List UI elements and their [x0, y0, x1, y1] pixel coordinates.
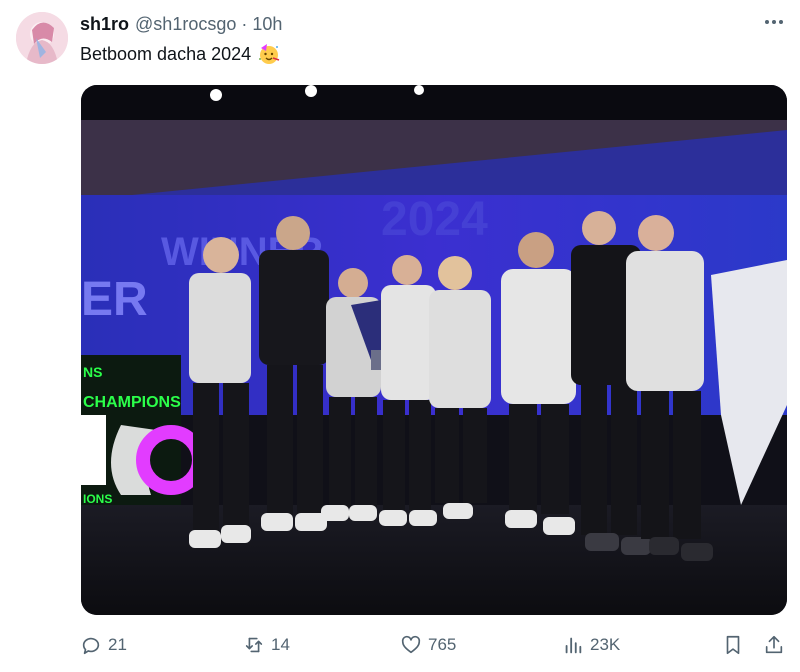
tweet-text-content: Betboom dacha 2024	[80, 43, 252, 64]
partying-face-emoji-icon	[257, 42, 281, 66]
tweet: sh1ro @sh1rocsgo · 10h Betboom dacha 202…	[0, 0, 800, 672]
repost-icon	[243, 634, 265, 656]
reply-count: 21	[108, 635, 127, 654]
repost-count: 14	[271, 635, 290, 654]
avatar[interactable]	[16, 12, 68, 64]
svg-text:2024: 2024	[381, 193, 488, 246]
stage-text: CHAMPIONS	[83, 394, 181, 411]
more-icon[interactable]	[762, 10, 786, 34]
display-name[interactable]: sh1ro	[80, 14, 129, 35]
tweet-text: Betboom dacha 2024	[80, 42, 281, 66]
views-chart-icon	[562, 634, 584, 656]
reply-button[interactable]: 21	[80, 630, 127, 660]
bookmark-icon	[722, 634, 744, 656]
photo-illustration: WINNER ER 2024 NS CHAMPIONS IONS	[81, 85, 787, 615]
like-count: 765	[428, 635, 457, 654]
repost-button[interactable]: 14	[243, 630, 290, 660]
bookmark-button[interactable]	[722, 630, 744, 660]
svg-text:ER: ER	[81, 273, 148, 326]
tweet-header: sh1ro @sh1rocsgo · 10h	[80, 12, 282, 36]
tweet-photo[interactable]: WINNER ER 2024 NS CHAMPIONS IONS	[81, 85, 787, 615]
action-bar: 21 14 765 23K	[80, 630, 790, 660]
avatar-image	[16, 12, 68, 64]
timestamp[interactable]: 10h	[252, 14, 282, 35]
heart-icon	[400, 634, 422, 656]
views-count: 23K	[590, 635, 621, 654]
views-button[interactable]: 23K	[562, 630, 620, 660]
svg-text:NS: NS	[83, 364, 102, 380]
separator-dot: ·	[241, 13, 248, 34]
like-button[interactable]: 765	[400, 630, 456, 660]
svg-text:IONS: IONS	[83, 492, 112, 506]
share-icon	[763, 634, 785, 656]
share-button[interactable]	[763, 630, 785, 660]
reply-icon	[80, 634, 102, 656]
user-handle[interactable]: @sh1rocsgo	[135, 14, 236, 35]
